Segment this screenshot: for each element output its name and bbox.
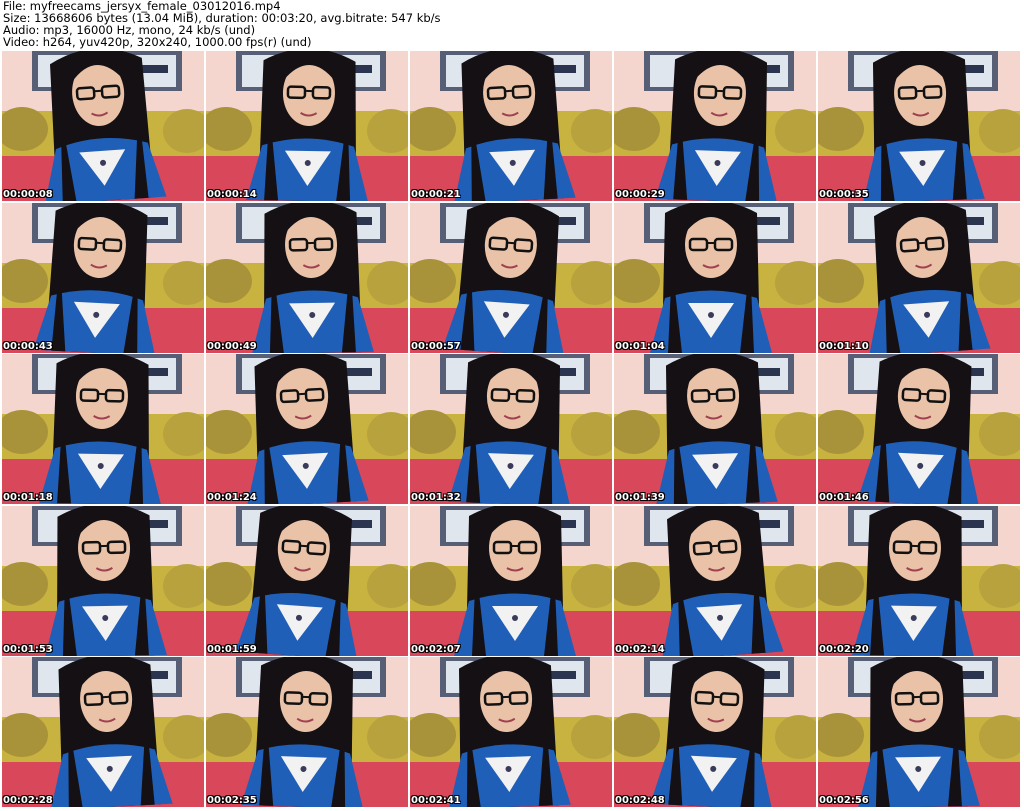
frame-image <box>614 657 816 808</box>
video-thumbnail: 00:00:49 <box>206 202 408 353</box>
timestamp-label: 00:01:46 <box>819 492 869 504</box>
timestamp-label: 00:00:43 <box>3 340 53 352</box>
frame-image <box>410 51 612 201</box>
frame-image <box>206 657 408 808</box>
video-thumbnail: 00:00:35 <box>818 51 1020 201</box>
frame-image <box>410 657 612 808</box>
frame-image <box>206 505 408 656</box>
video-thumbnail: 00:02:41 <box>410 657 612 808</box>
video-thumbnail: 00:02:56 <box>818 657 1020 808</box>
timestamp-label: 00:02:07 <box>411 643 461 655</box>
video-thumbnail: 00:01:18 <box>2 354 204 505</box>
timestamp-label: 00:01:18 <box>3 492 53 504</box>
timestamp-label: 00:01:53 <box>3 643 53 655</box>
thumbnail-grid: 00:00:08 00:00:14 00:00:21 00:00:29 00:00:35… <box>2 51 1023 809</box>
timestamp-label: 00:00:29 <box>615 189 665 200</box>
timestamp-label: 00:01:10 <box>819 340 869 352</box>
video-thumbnail: 00:02:48 <box>614 657 816 808</box>
frame-image <box>614 202 816 353</box>
video-thumbnail: 00:01:32 <box>410 354 612 505</box>
frame-image <box>818 202 1020 353</box>
video-thumbnail: 00:02:20 <box>818 505 1020 656</box>
frame-image <box>410 505 612 656</box>
video-thumbnail: 00:01:24 <box>206 354 408 505</box>
video-thumbnail: 00:01:39 <box>614 354 816 505</box>
video-thumbnail: 00:01:46 <box>818 354 1020 505</box>
video-thumbnail: 00:00:14 <box>206 51 408 201</box>
frame-image <box>614 51 816 201</box>
timestamp-label: 00:01:39 <box>615 492 665 504</box>
frame-image <box>206 354 408 505</box>
timestamp-label: 00:00:35 <box>819 189 869 200</box>
video-thumbnail: 00:01:04 <box>614 202 816 353</box>
video-thumbnail: 00:02:28 <box>2 657 204 808</box>
frame-image <box>410 354 612 505</box>
frame-image <box>410 202 612 353</box>
video-thumbnail: 00:00:08 <box>2 51 204 201</box>
timestamp-label: 00:01:59 <box>207 643 257 655</box>
file-info-header: File: myfreecams_jersyx_female_03012016.… <box>3 0 1021 48</box>
frame-image <box>2 51 204 201</box>
video-thumbnail: 00:00:29 <box>614 51 816 201</box>
video-thumbnail: 00:00:57 <box>410 202 612 353</box>
video-thumbnail: 00:02:07 <box>410 505 612 656</box>
video-thumbnail: 00:01:59 <box>206 505 408 656</box>
frame-image <box>2 505 204 656</box>
frame-image <box>2 657 204 808</box>
frame-image <box>818 505 1020 656</box>
timestamp-label: 00:00:21 <box>411 189 461 200</box>
timestamp-label: 00:01:32 <box>411 492 461 504</box>
timestamp-label: 00:00:14 <box>207 189 257 200</box>
frame-image <box>2 354 204 505</box>
timestamp-label: 00:02:41 <box>411 795 461 807</box>
video-thumbnail: 00:01:53 <box>2 505 204 656</box>
frame-image <box>2 202 204 353</box>
frame-image <box>206 202 408 353</box>
timestamp-label: 00:02:28 <box>3 795 53 807</box>
timestamp-label: 00:02:35 <box>207 795 257 807</box>
timestamp-label: 00:02:48 <box>615 795 665 807</box>
frame-image <box>614 354 816 505</box>
video-thumbnail: 00:00:21 <box>410 51 612 201</box>
frame-image <box>614 505 816 656</box>
video-thumbnail: 00:01:10 <box>818 202 1020 353</box>
frame-image <box>206 51 408 201</box>
timestamp-label: 00:02:14 <box>615 643 665 655</box>
timestamp-label: 00:00:57 <box>411 340 461 352</box>
video-info-line: Video: h264, yuv420p, 320x240, 1000.00 f… <box>3 35 312 49</box>
video-thumbnail: 00:02:35 <box>206 657 408 808</box>
frame-image <box>818 354 1020 505</box>
frame-image <box>818 657 1020 808</box>
timestamp-label: 00:00:49 <box>207 340 257 352</box>
timestamp-label: 00:02:20 <box>819 643 869 655</box>
timestamp-label: 00:02:56 <box>819 795 869 807</box>
frame-image <box>818 51 1020 201</box>
timestamp-label: 00:01:04 <box>615 340 665 352</box>
timestamp-label: 00:00:08 <box>3 189 53 200</box>
video-thumbnail: 00:02:14 <box>614 505 816 656</box>
timestamp-label: 00:01:24 <box>207 492 257 504</box>
video-thumbnail: 00:00:43 <box>2 202 204 353</box>
